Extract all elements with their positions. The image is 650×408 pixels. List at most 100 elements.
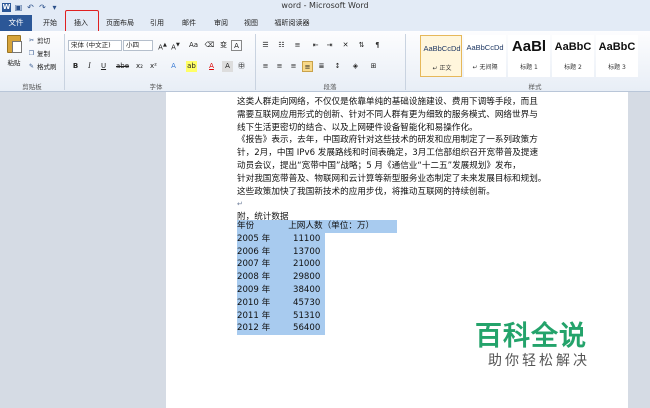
tab-view[interactable]: 视图 <box>240 15 262 31</box>
sort-icon[interactable]: ⇅ <box>356 40 367 51</box>
bold-icon[interactable]: B <box>70 61 81 72</box>
font-size-dropdown[interactable]: 小四 <box>123 40 153 51</box>
style-normal[interactable]: AaBbCcDd ↵ 正文 <box>420 35 462 77</box>
shrink-font-icon[interactable]: A▼ <box>170 40 181 51</box>
chinese-layout-icon[interactable]: ✕ <box>340 40 351 51</box>
document-body[interactable]: 这类人群走向网络，不仅仅是依靠单纯的基础设施建设、费用下调等手段，而且 需要互联… <box>237 96 609 224</box>
copy-icon: ❐ <box>28 49 35 57</box>
style-sample: AaBbC <box>554 41 592 53</box>
align-left-icon[interactable]: ≡ <box>260 61 271 72</box>
table-row: 2010 年 45730 <box>237 297 320 310</box>
font-color-icon[interactable]: A <box>206 61 217 72</box>
clipboard-icon <box>7 35 22 53</box>
style-sample: AaBl <box>511 38 547 55</box>
styles-group-label: 样式 <box>528 83 542 91</box>
borders-icon[interactable]: ⊞ <box>368 61 379 72</box>
align-right-icon[interactable]: ≡ <box>288 61 299 72</box>
tab-review[interactable]: 审阅 <box>210 15 232 31</box>
scissors-icon: ✂ <box>28 36 35 44</box>
tab-file[interactable]: 文件 <box>0 15 32 31</box>
highlight-icon[interactable]: ab <box>186 61 197 72</box>
table-row: 2008 年 29800 <box>237 271 320 284</box>
justify-icon[interactable]: ≡ <box>302 61 313 72</box>
phonetic-guide-icon[interactable]: 变 <box>218 40 229 51</box>
strikethrough-icon[interactable]: abe <box>116 61 129 72</box>
copy-button[interactable]: ❐ 复制 <box>28 48 50 59</box>
table-row: 2006 年 13700 <box>237 246 320 259</box>
numbering-icon[interactable]: ☷ <box>276 40 287 51</box>
clear-format-icon[interactable]: ⌫ <box>204 40 215 51</box>
font-name-dropdown[interactable]: 宋体 (中文正) <box>68 40 122 51</box>
ribbon: 粘贴 ✂ 剪切 ❐ 复制 ✎ 格式刷 剪贴板 宋体 (中文正) 小四 A▲ A▼… <box>0 31 650 92</box>
text-line: 动员会议，提出“宽带中国”战略；5 月《通信业“十二五”发展规划》发布， <box>237 160 521 171</box>
align-center-icon[interactable]: ≡ <box>274 61 285 72</box>
bullets-icon[interactable]: ☰ <box>260 40 271 51</box>
style-no-spacing[interactable]: AaBbCcDd ↵ 无间隔 <box>464 35 506 77</box>
year-cell: 2008 年 <box>237 272 271 283</box>
grow-font-icon[interactable]: A▲ <box>157 40 168 51</box>
style-sample: AaBbCcDd <box>466 43 504 52</box>
paste-button[interactable]: 粘贴 <box>3 33 25 75</box>
year-cell: 2010 年 <box>237 297 271 308</box>
year-cell: 2006 年 <box>237 246 271 257</box>
year-cell: 2007 年 <box>237 259 271 270</box>
style-name: 标题 2 <box>564 64 582 71</box>
style-sample: AaBbCcDd <box>423 44 461 53</box>
tab-home[interactable]: 开始 <box>38 15 62 31</box>
header-users: 上网人数（单位：万） <box>288 221 375 231</box>
tab-page-layout[interactable]: 页面布局 <box>104 15 136 31</box>
char-shading-icon[interactable]: A <box>222 61 233 72</box>
group-divider <box>64 34 65 90</box>
users-cell: 13700 <box>293 246 321 257</box>
users-cell: 11100 <box>293 233 321 244</box>
cut-label: 剪切 <box>37 37 50 45</box>
brush-icon: ✎ <box>28 62 35 70</box>
line-spacing-icon[interactable]: ↕ <box>332 61 343 72</box>
paragraph-group-label: 段落 <box>323 83 337 91</box>
year-cell: 2005 年 <box>237 233 271 244</box>
table-row: 2005 年 11100 <box>237 233 320 246</box>
tab-references[interactable]: 引用 <box>146 15 168 31</box>
text-line: 针对我国宽带普及、物联网和云计算等新型服务业态制定了未来发展目标和规划。 <box>237 173 547 184</box>
text-effects-icon[interactable]: A <box>168 61 179 72</box>
table-row: 2011 年 51310 <box>237 310 320 323</box>
subscript-icon[interactable]: x₂ <box>134 61 145 72</box>
text-line: 线下生活更密切的结合、以及上网硬件设备智能化和易操作化。 <box>237 122 478 133</box>
italic-icon[interactable]: I <box>84 61 95 72</box>
style-heading-3[interactable]: AaBbC 标题 3 <box>596 35 638 77</box>
tab-foxit-reader[interactable]: 福昕阅读器 <box>270 15 314 31</box>
underline-icon[interactable]: U <box>98 61 109 72</box>
shading-icon[interactable]: ◈ <box>350 61 361 72</box>
tab-mailings[interactable]: 邮件 <box>178 15 200 31</box>
font-group-label: 字体 <box>149 83 163 91</box>
users-cell: 51310 <box>293 310 321 321</box>
superscript-icon[interactable]: x² <box>148 61 159 72</box>
users-cell: 21000 <box>293 259 321 270</box>
style-heading-2[interactable]: AaBbC 标题 2 <box>552 35 594 77</box>
multilevel-list-icon[interactable]: ≡ <box>292 40 303 51</box>
change-case-icon[interactable]: Aa <box>188 40 199 51</box>
increase-indent-icon[interactable]: ⇥ <box>324 40 335 51</box>
enclose-char-icon[interactable]: ㊥ <box>236 61 247 72</box>
format-painter-label: 格式刷 <box>37 63 57 71</box>
char-border-icon[interactable]: A <box>231 40 242 51</box>
text-line: 这些政策加快了我国新技术的应用步伐，将推动互联网的持续创新。 <box>237 186 495 197</box>
style-name: ↵ 无间隔 <box>472 64 498 71</box>
distributed-icon[interactable]: ≣ <box>316 61 327 72</box>
year-cell: 2009 年 <box>237 285 271 295</box>
cut-button[interactable]: ✂ 剪切 <box>28 35 50 46</box>
style-name: ↵ 正文 <box>432 65 452 72</box>
text-line: 这类人群走向网络，不仅仅是依靠单纯的基础设施建设、费用下调等手段，而且 <box>237 97 538 107</box>
decrease-indent-icon[interactable]: ⇤ <box>310 40 321 51</box>
users-cell: 38400 <box>293 285 321 295</box>
text-line: 针，2月，中国 IPv6 发展路线和时间表确定，3月工信部组织召开宽带普及提速 <box>237 148 539 159</box>
window-title: word - Microsoft Word <box>281 1 369 10</box>
show-marks-icon[interactable]: ¶ <box>372 40 383 51</box>
paragraph-mark: ↵ <box>237 200 243 209</box>
year-cell: 2011 年 <box>237 310 271 321</box>
format-painter-button[interactable]: ✎ 格式刷 <box>28 61 57 72</box>
style-heading-1[interactable]: AaBl 标题 1 <box>508 35 550 77</box>
watermark-subtitle: 助你轻松解决 <box>488 353 590 369</box>
style-name: 标题 3 <box>608 64 626 71</box>
users-cell: 29800 <box>293 272 321 283</box>
